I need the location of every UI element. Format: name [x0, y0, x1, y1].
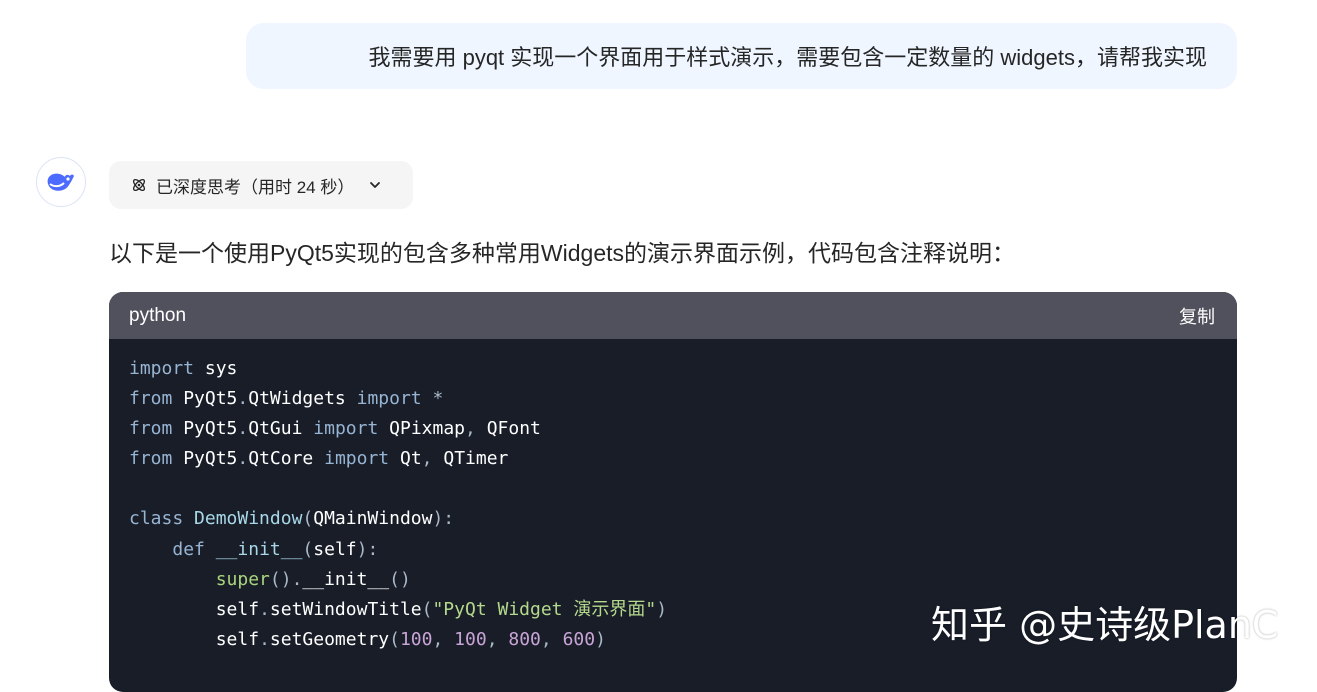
code-token: class — [129, 508, 184, 530]
code-token: import — [129, 358, 195, 379]
code-token: , — [421, 448, 433, 470]
code-token: 100 — [399, 628, 433, 650]
code-line: from PyQt5.QtGui import QPixmap, QFont — [129, 414, 1237, 444]
code-token: , — [486, 628, 509, 650]
code-token: QtWidgets — [248, 388, 346, 410]
code-token: setGeometry — [269, 628, 390, 650]
code-token: sys — [204, 358, 238, 379]
code-language-label: python — [129, 304, 187, 326]
code-token: import — [313, 418, 379, 440]
atom-icon — [132, 178, 146, 192]
code-token: PyQt5 — [183, 388, 238, 410]
code-token: . — [259, 628, 270, 650]
code-token: ) — [656, 598, 668, 620]
code-token: self — [215, 598, 260, 620]
code-token: ( — [389, 628, 400, 650]
code-token: . — [237, 448, 249, 470]
code-token: QFont — [486, 418, 541, 440]
code-token: 600 — [562, 628, 596, 650]
code-token: . — [237, 388, 249, 410]
code-token: . — [259, 598, 270, 620]
code-header: python 复制 — [109, 292, 1237, 339]
watermark-text: 知乎 @史诗级PlanC — [931, 603, 1279, 647]
code-token: __init__ — [302, 568, 390, 590]
copy-button[interactable]: 复制 — [1179, 303, 1215, 329]
code-line: from PyQt5.QtCore import Qt, QTimer — [129, 444, 1237, 474]
code-token: setWindowTitle — [269, 598, 422, 620]
assistant-avatar — [36, 157, 86, 207]
code-token: PyQt5 — [183, 448, 238, 470]
code-token: ) — [595, 628, 606, 650]
assistant-intro-text: 以下是一个使用PyQt5实现的包含多种常用Widgets的演示界面示例，代码包含… — [109, 240, 1015, 266]
code-token: QtCore — [248, 448, 314, 470]
code-token: ( — [421, 598, 433, 620]
code-token: ): — [432, 508, 455, 530]
code-token: 100 — [454, 628, 487, 650]
code-token: ( — [302, 508, 314, 530]
code-token: self — [215, 628, 260, 650]
user-message-bubble: 我需要用 pyqt 实现一个界面用于样式演示，需要包含一定数量的 widgets… — [246, 23, 1237, 89]
code-token: 800 — [508, 628, 541, 650]
code-token: self — [313, 538, 357, 560]
code-token: QMainWindow — [313, 508, 433, 530]
code-token: ( — [302, 538, 314, 560]
whale-logo-icon — [47, 173, 74, 191]
code-line: super().__init__() — [129, 565, 1237, 595]
code-token: super — [215, 568, 270, 590]
code-token: Qt — [399, 448, 422, 470]
code-token: , — [465, 418, 476, 440]
code-token: . — [237, 418, 249, 440]
code-token: , — [540, 628, 563, 650]
code-token: ): — [356, 538, 379, 560]
code-token: (). — [269, 568, 303, 590]
code-token: import — [324, 448, 390, 470]
thinking-toggle[interactable]: 已深度思考（用时 24 秒） — [109, 161, 413, 209]
code-token: from — [129, 418, 173, 440]
code-line: def __init__(self): — [129, 535, 1237, 565]
user-message-text: 我需要用 pyqt 实现一个界面用于样式演示，需要包含一定数量的 widgets… — [368, 45, 1207, 70]
code-line: class DemoWindow(QMainWindow): — [129, 504, 1237, 534]
thinking-label: 已深度思考（用时 24 秒） — [156, 177, 355, 197]
code-token: QTimer — [443, 448, 509, 470]
code-token: QPixmap — [389, 418, 465, 440]
code-token: __init__ — [215, 538, 303, 560]
code-token: from — [129, 448, 173, 470]
code-token: import — [356, 388, 422, 410]
code-token: () — [389, 568, 411, 590]
chevron-down-icon — [370, 182, 381, 188]
code-token: def — [172, 538, 205, 560]
code-token: "PyQt Widget 演示界面" — [432, 598, 657, 620]
code-token: * — [432, 388, 444, 410]
code-token: , — [432, 628, 455, 650]
code-token: QtGui — [248, 418, 303, 440]
code-line: from PyQt5.QtWidgets import * — [129, 384, 1237, 414]
code-line: import sys — [129, 354, 1237, 384]
code-token: DemoWindow — [194, 508, 303, 530]
code-token: PyQt5 — [183, 418, 238, 440]
code-token: from — [129, 388, 173, 410]
